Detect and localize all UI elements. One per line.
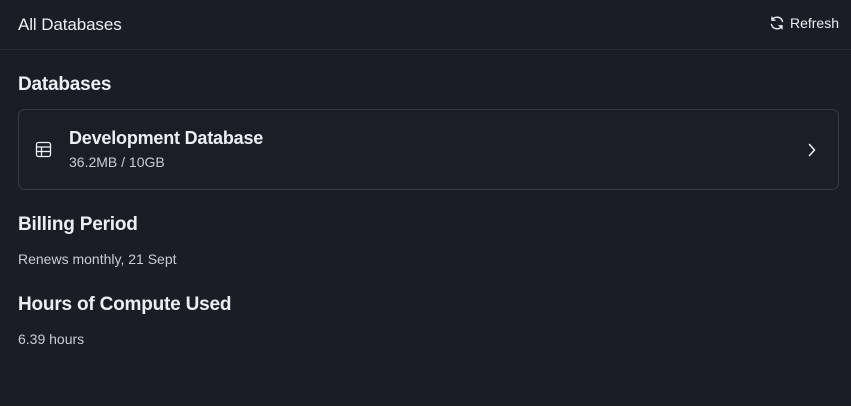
billing-period-value: Renews monthly, 21 Sept bbox=[18, 251, 177, 267]
compute-hours-heading: Hours of Compute Used bbox=[18, 294, 232, 315]
page-title: All Databases bbox=[18, 15, 122, 34]
database-card[interactable]: Development Database 36.2MB / 10GB bbox=[18, 109, 839, 190]
billing-period-heading: Billing Period bbox=[18, 214, 138, 235]
table-icon bbox=[35, 141, 52, 158]
page-header: All Databases Refresh bbox=[0, 0, 851, 50]
refresh-icon bbox=[770, 16, 784, 30]
database-name: Development Database bbox=[69, 128, 264, 148]
databases-heading: Databases bbox=[18, 74, 112, 95]
chevron-right-icon bbox=[808, 143, 816, 157]
database-usage: 36.2MB / 10GB bbox=[69, 154, 165, 170]
compute-hours-value: 6.39 hours bbox=[18, 331, 85, 347]
refresh-button[interactable]: Refresh bbox=[769, 15, 839, 31]
refresh-label: Refresh bbox=[789, 15, 839, 31]
